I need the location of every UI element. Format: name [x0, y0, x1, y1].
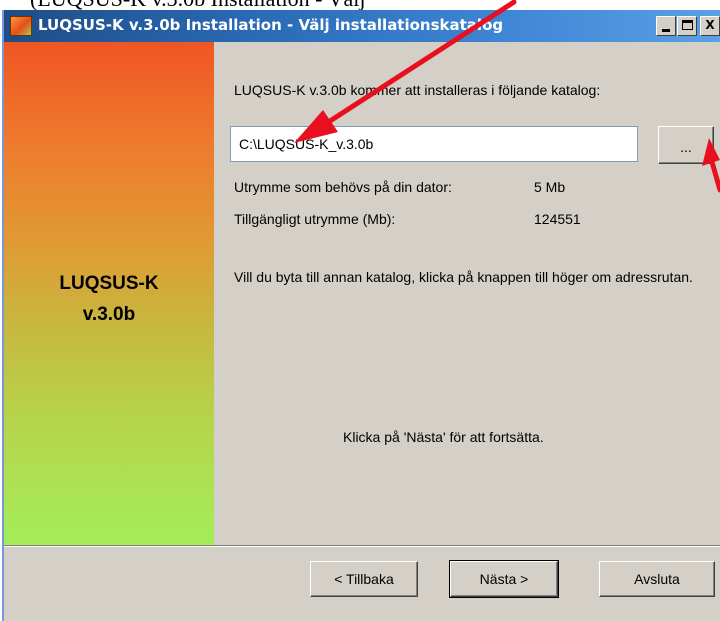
footer-separator	[4, 545, 720, 547]
space-available-label: Tillgängligt utrymme (Mb):	[234, 211, 396, 227]
cancel-button[interactable]: Avsluta	[599, 561, 715, 597]
continue-hint: Klicka på 'Nästa' för att fortsätta.	[343, 429, 544, 445]
cropped-caption: (LUQSUS-K v.3.0b Installation - Välj	[0, 0, 720, 10]
install-path-input[interactable]	[230, 126, 638, 162]
product-name: LUQSUS-K	[59, 273, 159, 294]
next-button[interactable]: Nästa >	[449, 560, 559, 598]
install-location-intro: LUQSUS-K v.3.0b kommer att installeras i…	[234, 82, 601, 98]
close-button[interactable]: X	[700, 16, 720, 36]
maximize-button[interactable]	[677, 16, 697, 36]
maximize-icon	[682, 20, 693, 30]
back-button[interactable]: < Tillbaka	[310, 561, 418, 597]
browse-button[interactable]: ...	[658, 126, 714, 164]
change-directory-hint: Vill du byta till annan katalog, klicka …	[234, 269, 693, 285]
space-needed-label: Utrymme som behövs på din dator:	[234, 179, 452, 195]
product-version: v.3.0b	[82, 304, 136, 325]
minimize-icon	[662, 29, 670, 32]
space-needed-value: 5 Mb	[534, 179, 566, 195]
app-installer-icon	[10, 16, 32, 36]
side-banner: LUQSUS-K v.3.0b	[4, 42, 214, 545]
space-available-value: 124551	[534, 211, 581, 227]
close-icon: X	[705, 18, 715, 32]
window-title: LUQSUS-K v.3.0b Installation - Välj inst…	[38, 16, 504, 34]
title-bar[interactable]: LUQSUS-K v.3.0b Installation - Välj inst…	[4, 10, 720, 42]
side-banner-title: LUQSUS-K v.3.0b	[4, 268, 214, 330]
installer-window: LUQSUS-K v.3.0b Installation - Välj inst…	[2, 10, 720, 621]
minimize-button[interactable]	[656, 16, 676, 36]
cropped-caption-text: (LUQSUS-K v.3.0b Installation - Välj	[30, 0, 365, 10]
